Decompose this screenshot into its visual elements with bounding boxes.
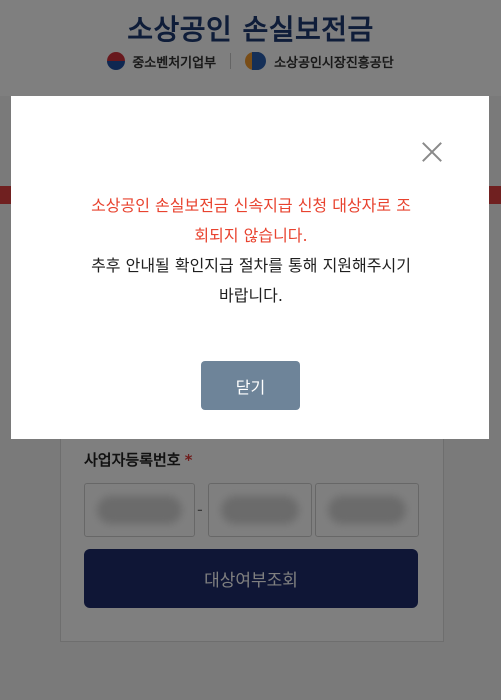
alert-message-line: 소상공인 손실보전금 신속지급 신청 대상자로 조	[91, 196, 411, 215]
alert-message: 소상공인 손실보전금 신속지급 신청 대상자로 조 회되지 않습니다. 추후 안…	[35, 168, 467, 337]
close-icon[interactable]	[414, 135, 450, 171]
guide-message-line: 추후 안내될 확인지급 절차를 통해 지원해주시기	[91, 256, 411, 275]
close-dialog-button[interactable]: 닫기	[201, 361, 300, 410]
guide-message-line: 바랍니다.	[219, 286, 283, 305]
alert-message-line: 회되지 않습니다.	[194, 226, 308, 245]
